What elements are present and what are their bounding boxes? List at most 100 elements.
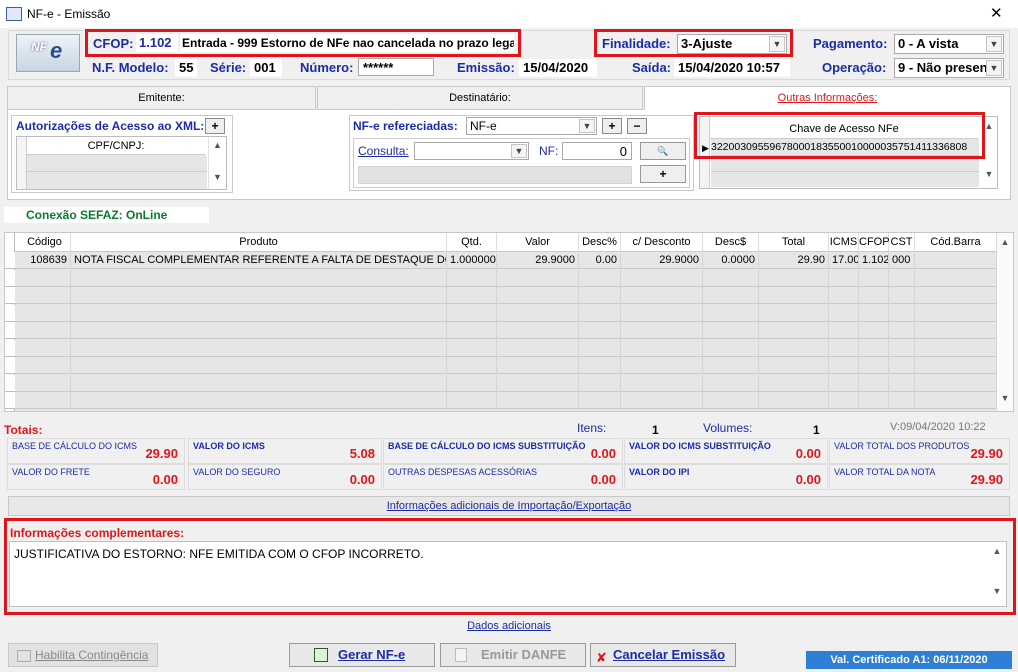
- itens-value: 1: [652, 423, 659, 437]
- column-header[interactable]: Produto: [71, 233, 447, 252]
- table-cell: [829, 392, 859, 409]
- table-row[interactable]: [5, 287, 997, 304]
- cpf-indicator-col: [17, 137, 27, 189]
- chave-highlight: [694, 112, 985, 159]
- chevron-down-icon[interactable]: ▼: [981, 169, 997, 179]
- operacao-select[interactable]: 9 - Não presen ▼: [894, 58, 1004, 78]
- total-label: VALOR DO IPI: [629, 467, 690, 477]
- table-cell: [579, 287, 621, 304]
- add-autorizacao-button[interactable]: +: [205, 118, 225, 134]
- close-icon[interactable]: ✕: [990, 4, 1003, 22]
- total-label: BASE DE CÁLCULO DO ICMS: [12, 441, 138, 451]
- table-row[interactable]: [5, 374, 997, 392]
- table-cell: [759, 287, 829, 304]
- chevron-down-icon[interactable]: ▼: [579, 119, 595, 133]
- saida-label: Saída:: [632, 60, 672, 75]
- table-row[interactable]: [5, 339, 997, 357]
- pagamento-label: Pagamento:: [813, 36, 888, 51]
- scrollbar[interactable]: ▲ ▼: [208, 137, 226, 189]
- cancelar-emissao-button[interactable]: ✘ Cancelar Emissão: [590, 643, 736, 667]
- column-header[interactable]: ICMS: [829, 233, 859, 252]
- emitir-danfe-button[interactable]: Emitir DANFE: [440, 643, 586, 667]
- table-cell: [859, 392, 889, 409]
- tab-outras-informacoes[interactable]: Outras Informações:: [644, 86, 1011, 110]
- chevron-down-icon[interactable]: ▼: [511, 144, 527, 158]
- danfe-icon: [455, 648, 467, 662]
- total-cell: VALOR TOTAL DOS PRODUTOS 29.90: [829, 438, 1010, 464]
- tab-label: Outras Informações:: [777, 92, 878, 104]
- operacao-label: Operação:: [822, 60, 887, 75]
- column-header[interactable]: Desc$: [703, 233, 759, 252]
- tab-destinatario[interactable]: Destinatário:: [317, 86, 643, 110]
- nfe-logo-letter: e: [50, 38, 63, 63]
- total-value: 0.00: [590, 472, 616, 487]
- gerar-nfe-button[interactable]: Gerar NF-e: [289, 643, 435, 667]
- table-cell: [497, 392, 579, 409]
- scrollbar[interactable]: ▲ ▼: [997, 233, 1013, 411]
- table-row[interactable]: [5, 304, 997, 322]
- table-cell: [859, 339, 889, 357]
- info-importacao-button[interactable]: Informações adicionais de Importação/Exp…: [8, 496, 1010, 516]
- column-header[interactable]: Total: [759, 233, 829, 252]
- table-cell: [829, 322, 859, 339]
- cancel-icon: ✘: [596, 650, 607, 665]
- dados-adicionais-button[interactable]: Dados adicionais: [8, 617, 1010, 635]
- consulta-search-button[interactable]: 🔍: [640, 142, 686, 160]
- cpf-row: [27, 155, 207, 172]
- table-cell: [447, 269, 497, 287]
- table-cell: [829, 374, 859, 392]
- total-cell: BASE DE CÁLCULO DO ICMS 29.90: [7, 438, 185, 464]
- chevron-down-icon[interactable]: ▼: [986, 36, 1002, 52]
- chevron-down-icon[interactable]: ▼: [997, 393, 1013, 403]
- column-header[interactable]: Código: [19, 233, 71, 252]
- numero-value[interactable]: ******: [358, 58, 434, 76]
- table-row[interactable]: [5, 269, 997, 287]
- chevron-down-icon[interactable]: ▼: [209, 172, 226, 182]
- table-cell: [703, 357, 759, 374]
- table-row[interactable]: 108639 NOTA FISCAL COMPLEMENTAR REFERENTE…: [5, 252, 997, 269]
- total-label: VALOR DO ICMS SUBSTITUIÇÃO: [629, 441, 771, 451]
- table-cell: [621, 392, 703, 409]
- nf-input[interactable]: 0: [562, 142, 632, 160]
- column-header[interactable]: CFOP: [859, 233, 890, 252]
- add-consulta-button[interactable]: +: [640, 165, 686, 183]
- pagamento-select[interactable]: 0 - A vista ▼: [894, 34, 1004, 54]
- column-header[interactable]: Cód.Barra: [915, 233, 997, 252]
- table-row[interactable]: [5, 357, 997, 374]
- table-cell: [889, 269, 915, 287]
- table-row[interactable]: [5, 392, 997, 409]
- chave-row: [711, 157, 979, 172]
- chevron-up-icon[interactable]: ▲: [997, 237, 1013, 247]
- modelo-value[interactable]: 55: [175, 59, 197, 77]
- gerar-label: Gerar NF-e: [338, 647, 406, 662]
- column-header[interactable]: c/ Desconto: [621, 233, 703, 252]
- volumes-value: 1: [813, 423, 820, 437]
- column-header[interactable]: Valor: [497, 233, 579, 252]
- table-cell: 108639: [19, 252, 71, 269]
- items-grid[interactable]: Código Produto Qtd. Valor Desc% c/ Desconto De…: [4, 232, 1014, 412]
- total-value: 0.00: [795, 472, 821, 487]
- table-row[interactable]: [5, 322, 997, 339]
- cfop-highlight: [85, 29, 521, 57]
- serie-value[interactable]: 001: [250, 59, 282, 77]
- row-indicator: [5, 269, 15, 287]
- tab-emitente[interactable]: Emitente:: [7, 86, 316, 110]
- emissao-value[interactable]: 15/04/2020: [519, 59, 597, 77]
- add-referencia-button[interactable]: +: [602, 118, 622, 134]
- column-header[interactable]: Desc%: [579, 233, 621, 252]
- column-header[interactable]: CST: [889, 233, 915, 252]
- saida-value[interactable]: 15/04/2020 10:57: [674, 59, 790, 77]
- total-label: VALOR TOTAL DA NOTA: [834, 467, 936, 477]
- table-cell: [829, 339, 859, 357]
- consulta-select[interactable]: ▼: [414, 142, 529, 160]
- chevron-up-icon[interactable]: ▲: [209, 140, 226, 150]
- chevron-down-icon[interactable]: ▼: [986, 60, 1002, 76]
- remove-referencia-button[interactable]: −: [627, 118, 647, 134]
- row-indicator: [5, 304, 15, 322]
- column-header[interactable]: Qtd.: [447, 233, 497, 252]
- referenciadas-tipo-select[interactable]: NF-e ▼: [466, 117, 597, 135]
- total-value: 29.90: [970, 446, 1003, 461]
- cpf-grid[interactable]: CPF/CNPJ: ▲ ▼: [16, 136, 227, 190]
- contingencia-button[interactable]: Habilita Contingência: [8, 643, 158, 667]
- table-cell: [71, 322, 447, 339]
